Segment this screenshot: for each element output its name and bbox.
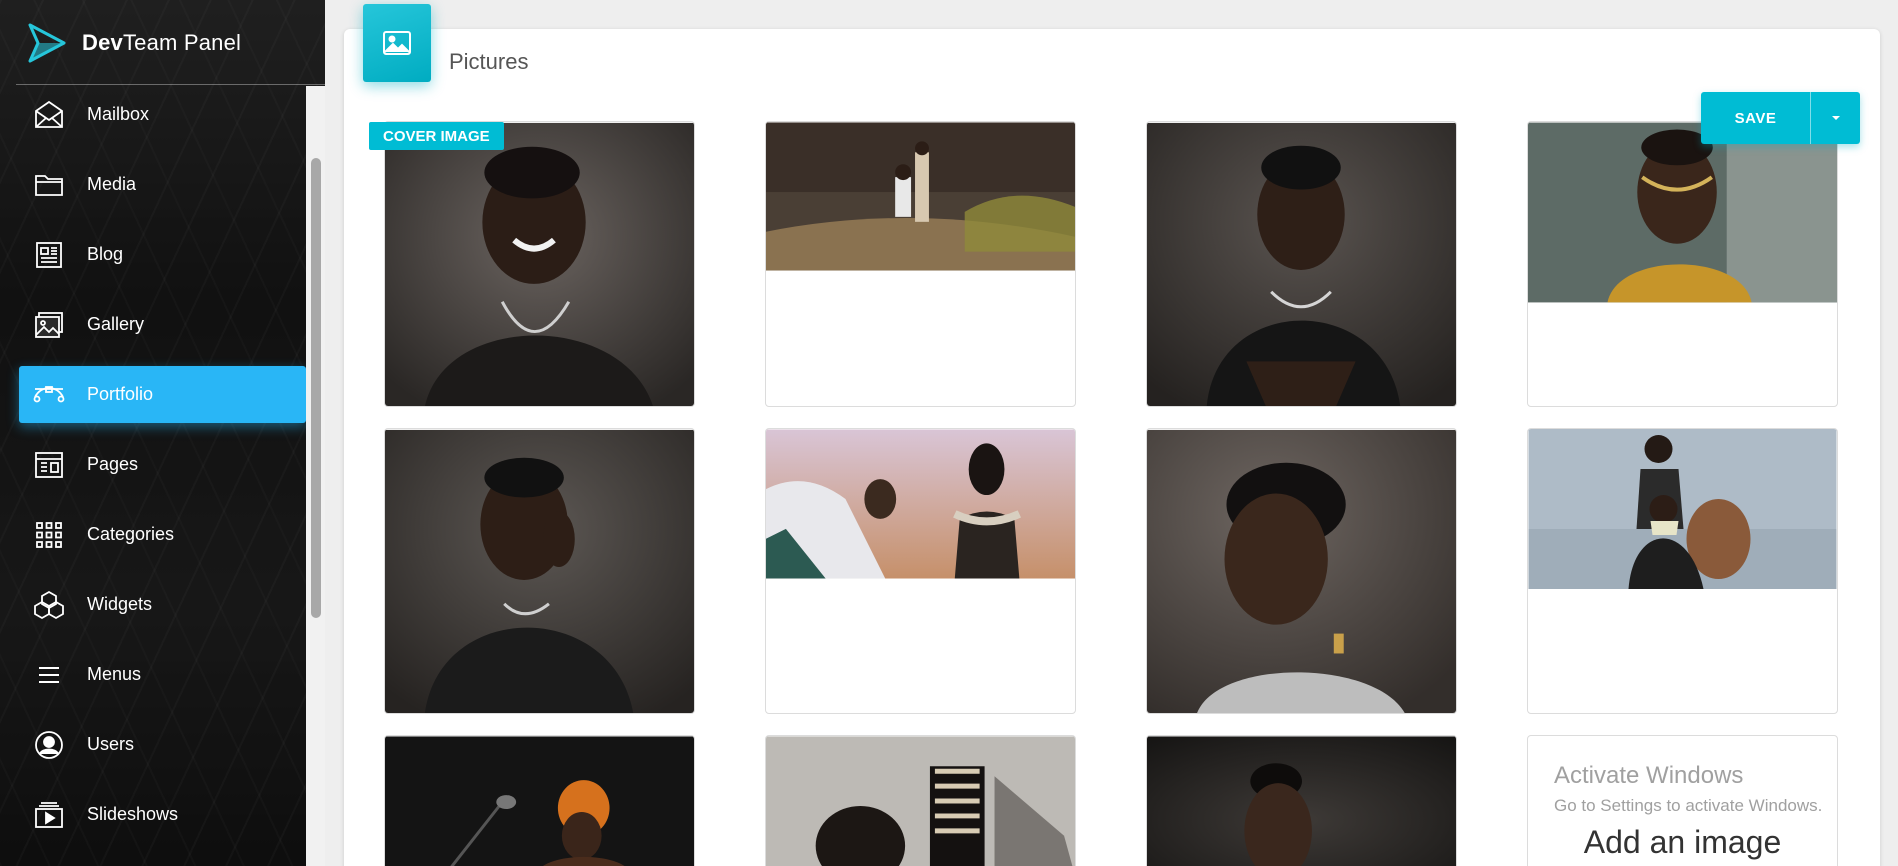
portrait-photo: [1528, 429, 1837, 589]
sidebar-item-label: Mailbox: [87, 104, 150, 124]
page-title: Pictures: [449, 49, 529, 74]
sidebar-item-label: Slideshows: [87, 804, 179, 824]
portfolio-icon: [33, 385, 65, 402]
save-button-group: SAVE: [1701, 92, 1860, 144]
picture-tile[interactable]: [1146, 121, 1457, 407]
users-icon: [35, 730, 63, 759]
add-image-tile[interactable]: Add an image: [1527, 735, 1838, 866]
sidebar-item-mailbox[interactable]: Mailbox: [19, 86, 306, 143]
image-icon: [383, 31, 411, 55]
sidebar-item-menus[interactable]: Menus: [19, 646, 306, 703]
slideshows-icon: [35, 801, 63, 828]
brand[interactable]: DevTeam Panel: [0, 0, 325, 86]
sidebar-item-label: Pages: [87, 454, 139, 474]
sidebar-item-label: Portfolio: [87, 384, 154, 404]
sidebar-scrollbar[interactable]: [306, 86, 325, 866]
sidebar-item-label: Users: [87, 734, 135, 754]
portrait-photo: [385, 736, 694, 866]
portrait-photo: [766, 736, 1075, 866]
pages-icon: [35, 451, 63, 478]
picture-tile[interactable]: [765, 121, 1076, 407]
portrait-photo: [1147, 122, 1456, 406]
picture-tile[interactable]: [384, 121, 695, 407]
picture-tile[interactable]: [765, 735, 1076, 866]
folder-icon: [35, 174, 63, 196]
sidebar-item-label: Gallery: [87, 314, 145, 334]
brand-divider: [16, 84, 325, 85]
cover-image-badge: COVER IMAGE: [369, 122, 504, 150]
sidebar-item-pages[interactable]: Pages: [19, 436, 306, 493]
caret-down-icon: [1831, 116, 1840, 120]
sidebar-item-portfolio[interactable]: Portfolio: [19, 366, 306, 423]
logo-icon: [28, 23, 66, 63]
add-image-label: Add an image: [1583, 824, 1782, 860]
sidebar-item-label: Blog: [87, 244, 124, 264]
picture-tile[interactable]: [384, 735, 695, 866]
mailbox-icon: [35, 100, 63, 128]
brand-name: DevTeam Panel: [82, 30, 242, 55]
sidebar-item-widgets[interactable]: Widgets: [19, 576, 306, 633]
widgets-icon: [34, 590, 64, 619]
menu-icon: [39, 666, 59, 683]
sidebar-item-media[interactable]: Media: [19, 156, 306, 213]
categories-icon: [36, 521, 62, 548]
sidebar-item-label: Menus: [87, 664, 142, 684]
landscape-photo: [766, 429, 1075, 579]
picture-tile[interactable]: [1527, 428, 1838, 714]
sidebar-item-blog[interactable]: Blog: [19, 226, 306, 283]
card-header-icon: [363, 4, 431, 82]
portrait-photo: [1147, 736, 1456, 866]
picture-tile[interactable]: [1146, 735, 1457, 866]
sidebar-item-gallery[interactable]: Gallery: [19, 296, 306, 353]
sidebar-scroll-thumb[interactable]: [311, 158, 321, 618]
portrait-photo: [385, 122, 694, 406]
sidebar-item-categories[interactable]: Categories: [19, 506, 306, 563]
picture-tile[interactable]: [765, 428, 1076, 714]
picture-tile[interactable]: [384, 428, 695, 714]
portrait-photo: [385, 429, 694, 713]
portrait-photo: [1147, 429, 1456, 713]
portrait-photo: [1528, 122, 1837, 303]
landscape-photo: [766, 122, 1075, 271]
sidebar-item-label: Categories: [87, 524, 175, 544]
sidebar-nav: Mailbox Media Blog Gallery Portfolio Pag…: [0, 86, 306, 856]
sidebar-item-label: Widgets: [87, 594, 153, 614]
picture-tile[interactable]: [1527, 121, 1838, 407]
save-button[interactable]: SAVE: [1701, 92, 1811, 144]
sidebar-item-users[interactable]: Users: [19, 716, 306, 773]
sidebar-item-slideshows[interactable]: Slideshows: [19, 786, 306, 843]
save-dropdown-toggle[interactable]: [1811, 92, 1860, 144]
gallery-icon: [35, 311, 63, 338]
sidebar-item-label: Media: [87, 174, 137, 194]
sidebar: DevTeam Panel Mailbox Media Blog Gallery…: [0, 0, 325, 866]
blog-icon: [36, 241, 62, 268]
picture-tile[interactable]: [1146, 428, 1457, 714]
